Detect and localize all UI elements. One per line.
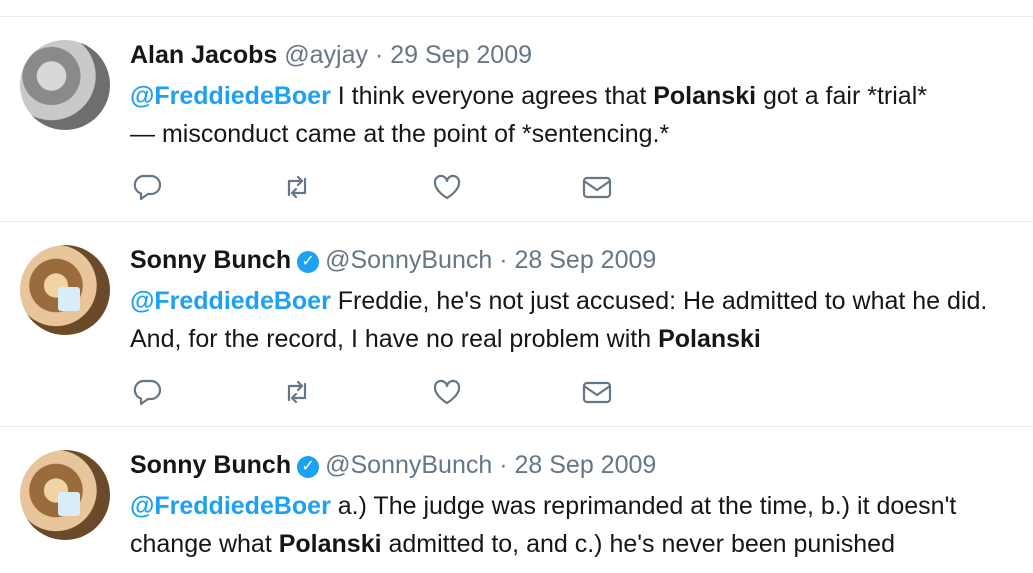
- reply-button[interactable]: [130, 375, 170, 409]
- message-button[interactable]: [580, 375, 620, 409]
- like-icon: [433, 379, 461, 405]
- author-handle[interactable]: @ayjay: [284, 41, 368, 69]
- retweet-button[interactable]: [280, 375, 320, 409]
- text-segment: I think everyone agrees that: [330, 82, 654, 110]
- verified-badge-icon: ✓: [297, 456, 320, 478]
- retweet-icon: [287, 175, 307, 199]
- direct-message-icon: [582, 176, 612, 199]
- tweet-date[interactable]: 29 Sep 2009: [390, 41, 532, 69]
- tweet[interactable]: Sonny Bunch ✓ @SonnyBunch · 28 Sep 2009 @F…: [0, 427, 1033, 573]
- text-segment: a.) The judge was reprimanded at the tim…: [330, 492, 957, 520]
- author-handle[interactable]: @SonnyBunch: [325, 246, 492, 274]
- separator-dot: ·: [374, 41, 384, 69]
- tweet-header: Sonny Bunch ✓ @SonnyBunch · 28 Sep 2009: [130, 451, 656, 480]
- text-segment: got a fair *trial*: [756, 82, 927, 110]
- mention-link[interactable]: @FreddiedeBoer: [130, 82, 331, 110]
- avatar[interactable]: [20, 245, 110, 335]
- text-segment: change what: [130, 530, 279, 558]
- verified-badge-icon: ✓: [297, 251, 320, 273]
- keyword-highlight: Polanski: [658, 325, 761, 353]
- like-button[interactable]: [430, 170, 470, 204]
- text-segment: Freddie, he's not just accused: He admit…: [330, 287, 988, 315]
- mention-link[interactable]: @FreddiedeBoer: [130, 492, 331, 520]
- reply-icon: [133, 379, 162, 406]
- tweet[interactable]: Sonny Bunch ✓ @SonnyBunch · 28 Sep 2009 @F…: [0, 222, 1033, 427]
- avatar[interactable]: [20, 40, 110, 130]
- retweet-button[interactable]: [280, 170, 320, 204]
- keyword-highlight: Polanski: [278, 530, 382, 558]
- text-segment: And, for the record, I have no real prob…: [130, 325, 659, 353]
- mention-link[interactable]: @FreddiedeBoer: [130, 287, 331, 315]
- author-handle[interactable]: @SonnyBunch: [325, 451, 492, 479]
- text-segment: admitted to, and c.) he's never been pun…: [381, 530, 895, 558]
- author-name[interactable]: Alan Jacobs: [130, 41, 277, 69]
- retweet-icon: [287, 380, 307, 404]
- like-button[interactable]: [430, 375, 470, 409]
- avatar[interactable]: [20, 450, 110, 540]
- like-icon: [433, 174, 461, 200]
- message-button[interactable]: [580, 170, 620, 204]
- tweet-text: @FreddiedeBoer Freddie, he's not just ac…: [130, 282, 1030, 358]
- reply-button[interactable]: [130, 170, 170, 204]
- author-name[interactable]: Sonny Bunch: [130, 451, 291, 479]
- separator-dot: ·: [499, 451, 508, 479]
- keyword-highlight: Polanski: [653, 82, 757, 110]
- tweet-date[interactable]: 28 Sep 2009: [515, 451, 657, 479]
- tweet-header: Alan Jacobs @ayjay · 29 Sep 2009: [130, 41, 532, 70]
- tweet-text: @FreddiedeBoer a.) The judge was reprima…: [130, 487, 1030, 563]
- author-name[interactable]: Sonny Bunch: [130, 246, 291, 274]
- tweet[interactable]: Alan Jacobs @ayjay · 29 Sep 2009 @Freddi…: [0, 17, 1033, 222]
- tweet-date[interactable]: 28 Sep 2009: [515, 246, 657, 274]
- separator-dot: ·: [499, 246, 508, 274]
- reply-icon: [133, 174, 162, 201]
- text-segment: — misconduct came at the point of *sente…: [130, 120, 670, 148]
- direct-message-icon: [582, 381, 612, 404]
- tweet-text: @FreddiedeBoer I think everyone agrees t…: [130, 77, 1030, 153]
- tweet-header: Sonny Bunch ✓ @SonnyBunch · 28 Sep 2009: [130, 246, 656, 275]
